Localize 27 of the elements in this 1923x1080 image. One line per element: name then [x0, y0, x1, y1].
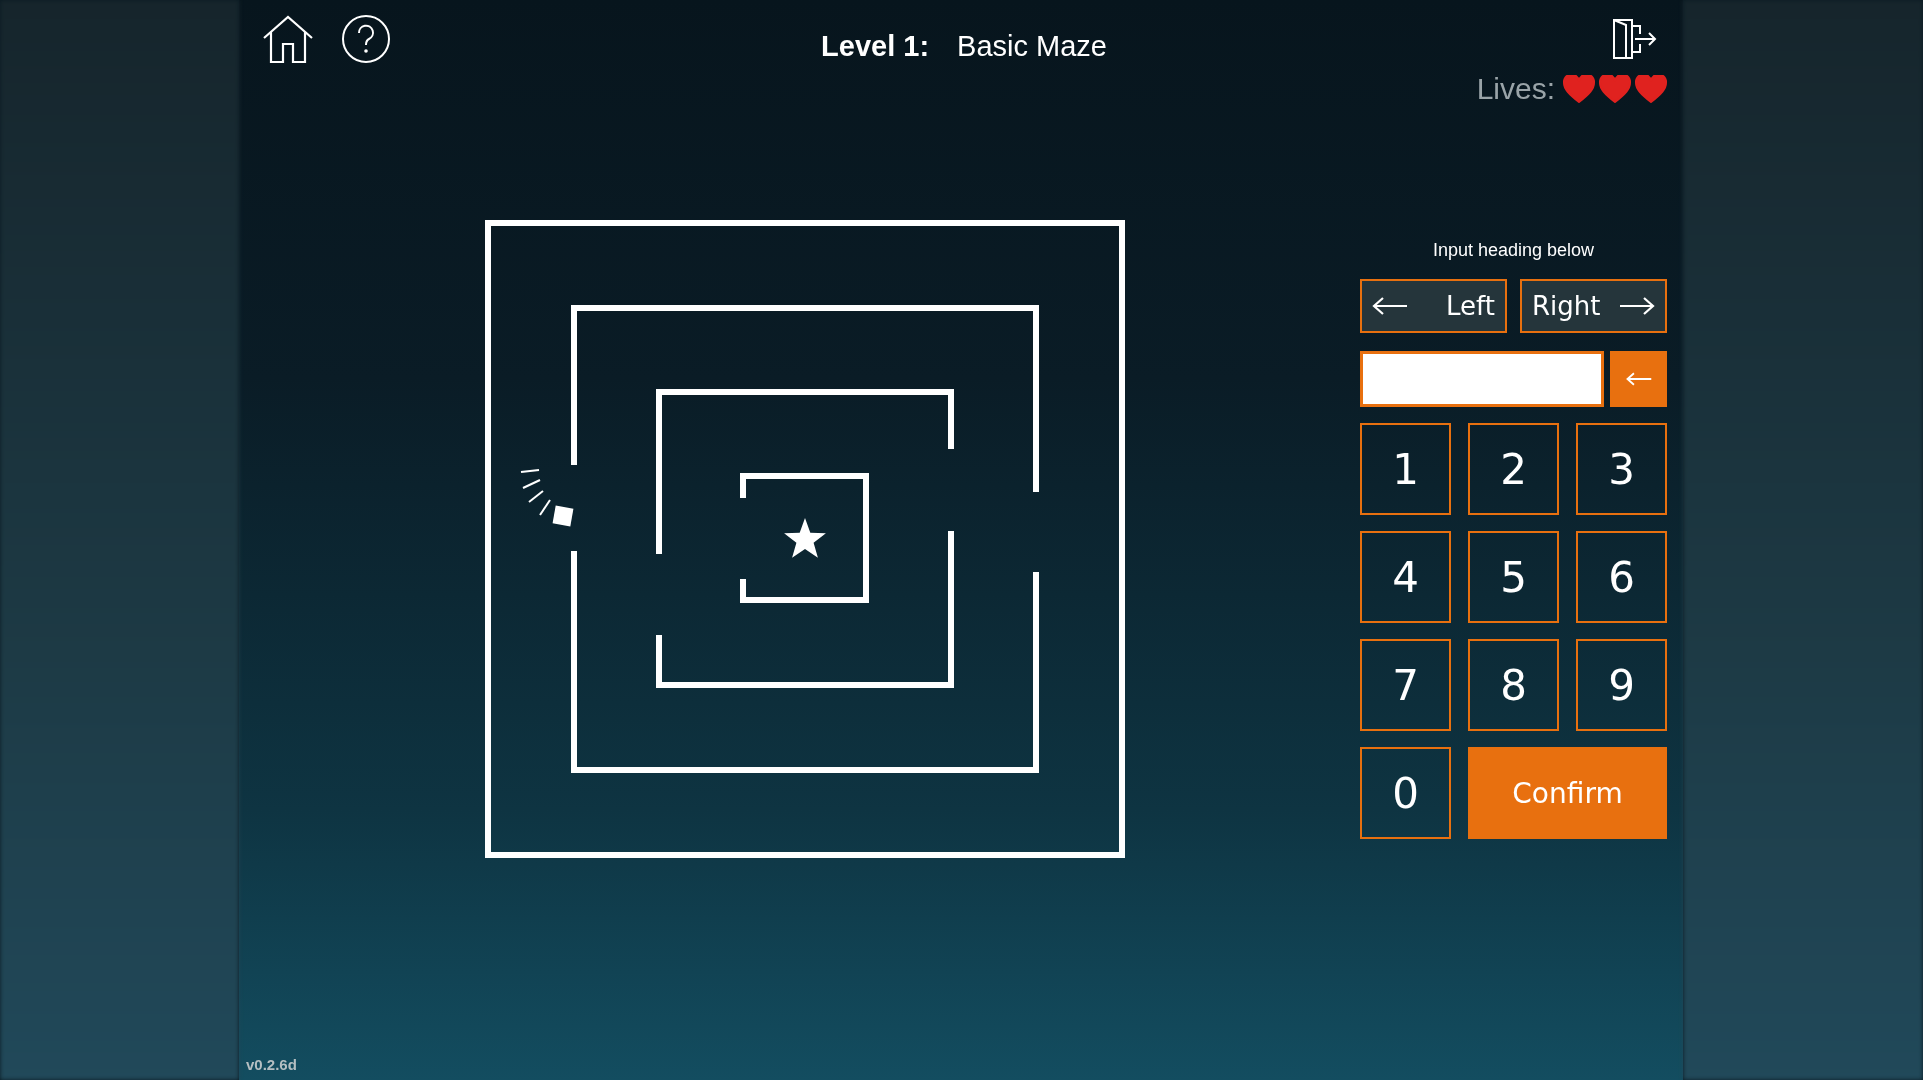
digit-key[interactable]: 8 [1468, 639, 1559, 731]
level-title: Basic Maze [957, 30, 1107, 63]
arrow-right-icon [1619, 297, 1655, 315]
heading-input-field[interactable] [1360, 351, 1604, 407]
input-heading-label: Input heading below [1431, 240, 1596, 261]
star-icon [784, 518, 826, 558]
home-icon[interactable] [261, 14, 315, 64]
backspace-button[interactable] [1610, 351, 1667, 407]
help-icon[interactable] [341, 14, 391, 64]
lives-label: Lives: [1476, 72, 1555, 106]
digit-key[interactable]: 4 [1360, 531, 1451, 623]
version-label: v0.2.6d [246, 1056, 297, 1073]
turn-left-button[interactable]: Left [1360, 279, 1507, 333]
arrow-left-icon [1372, 297, 1408, 315]
arrow-left-icon [1625, 370, 1652, 388]
exit-icon[interactable] [1611, 16, 1657, 62]
digit-key[interactable]: 1 [1360, 423, 1451, 515]
digit-key[interactable]: 7 [1360, 639, 1451, 731]
digit-key[interactable]: 9 [1576, 639, 1667, 731]
player-drawing [520, 469, 574, 527]
turn-right-button[interactable]: Right [1520, 279, 1667, 333]
digit-key[interactable]: 5 [1468, 531, 1559, 623]
digit-key[interactable]: 6 [1576, 531, 1667, 623]
digit-key[interactable]: 2 [1468, 423, 1559, 515]
digit-key[interactable]: 0 [1360, 747, 1451, 839]
level-label: Level 1: [821, 30, 930, 63]
digit-key[interactable]: 3 [1576, 423, 1667, 515]
